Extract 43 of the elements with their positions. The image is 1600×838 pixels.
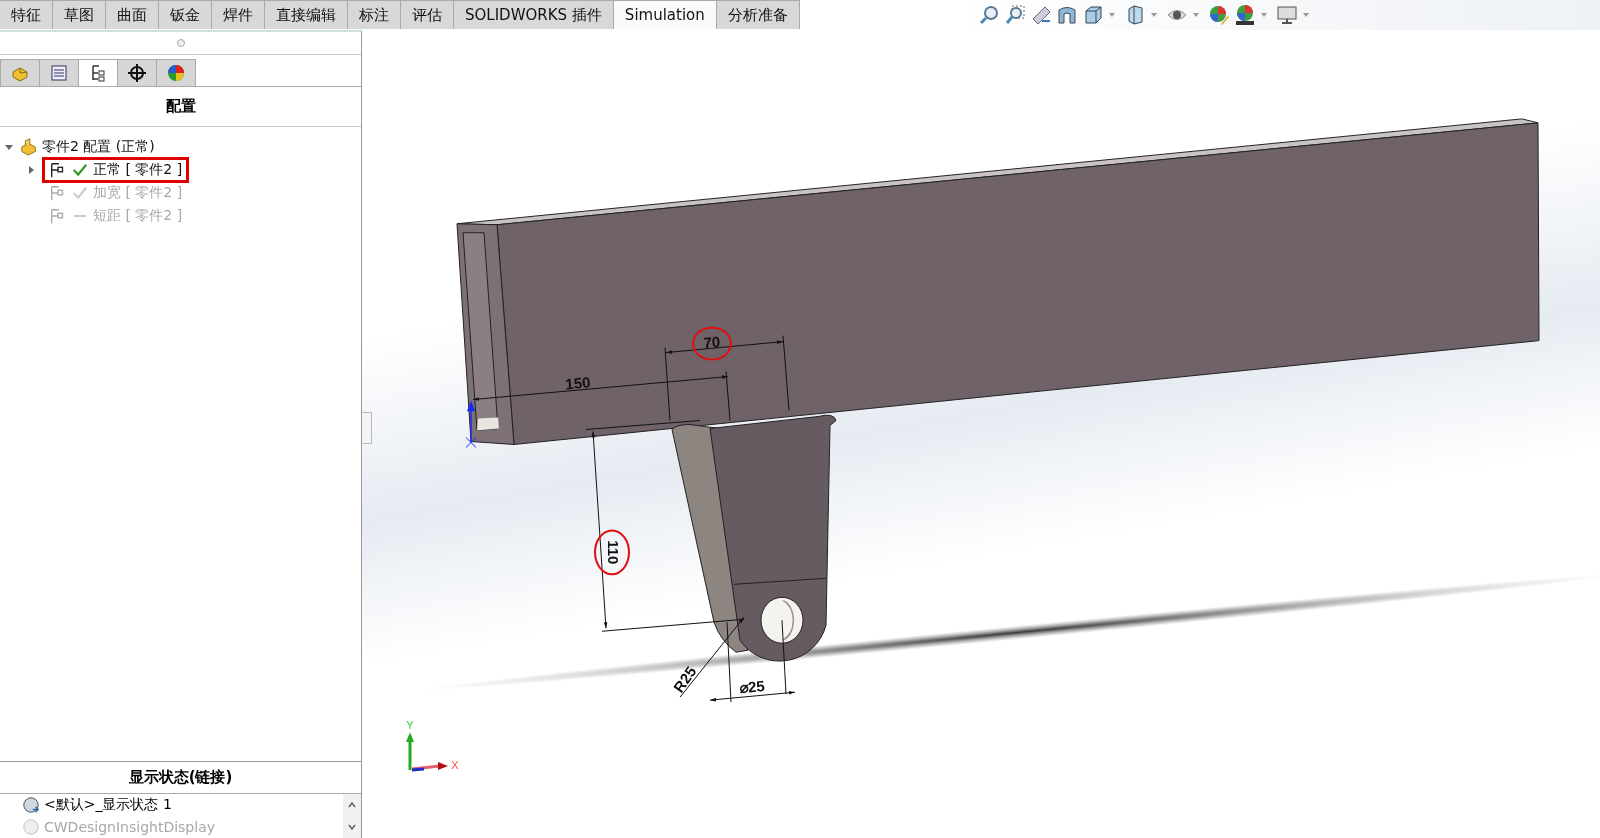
ribbon-tab[interactable]: 焊件 [212, 0, 265, 29]
origin-icon [465, 400, 477, 448]
splitter-handle[interactable] [362, 412, 372, 444]
expand-arrow-icon[interactable] [26, 164, 36, 175]
grip-dot[interactable] [176, 39, 185, 47]
ribbon-tab[interactable]: SOLIDWORKS 插件 [454, 0, 614, 29]
ribbon-tab[interactable]: 钣金 [159, 0, 212, 29]
crosshair-icon [127, 63, 147, 83]
monitor-icon[interactable] [1275, 3, 1298, 26]
tree-item[interactable]: 零件2 配置 (正常) [42, 137, 155, 156]
dimension-value[interactable]: 110 [605, 540, 623, 565]
panel-tab[interactable] [117, 59, 157, 86]
color-ball-pencil-icon[interactable] [1207, 3, 1230, 26]
ribbon-tab[interactable]: Simulation [613, 0, 717, 29]
color-ball-icon[interactable] [1233, 3, 1256, 26]
axis-label: X [451, 759, 459, 771]
dimension-value[interactable]: ⌀25 [738, 677, 766, 697]
section-title: 显示状态(链接) [0, 762, 361, 794]
caret-icon[interactable] [1301, 10, 1310, 19]
ribbon-tab[interactable]: 草图 [53, 0, 106, 29]
part-icon [20, 137, 38, 156]
ribbon-tab[interactable]: 曲面 [106, 0, 159, 29]
dash-icon [74, 214, 86, 217]
panel-title: 配置 [0, 87, 361, 127]
scroll-down-button[interactable] [347, 822, 357, 832]
color-ball-icon [166, 63, 186, 83]
zoom-fit-icon[interactable] [977, 3, 1000, 26]
axis-label: Y [406, 719, 414, 732]
caret-icon[interactable] [1149, 10, 1158, 19]
ribbon-tab[interactable]: 直接编辑 [265, 0, 348, 29]
tree-item[interactable]: 正常 [ 零件2 ] [93, 160, 183, 179]
list-icon [49, 63, 69, 83]
scroll-up-button[interactable] [347, 800, 357, 810]
zoom-area-icon[interactable] [1003, 3, 1026, 26]
ribbon-tab[interactable]: 特征 [0, 0, 53, 29]
ribbon-tab[interactable]: 评估 [401, 0, 454, 29]
axis-triad-icon [406, 732, 448, 772]
caret-icon[interactable] [1107, 10, 1116, 19]
display-state-item[interactable]: <默认>_显示状态 1 [44, 796, 172, 814]
ribbon-tab[interactable]: 标注 [348, 0, 401, 29]
caret-icon[interactable] [1259, 10, 1268, 19]
caret-icon[interactable] [1191, 10, 1200, 19]
ribbon-tab[interactable]: 分析准备 [716, 0, 800, 29]
